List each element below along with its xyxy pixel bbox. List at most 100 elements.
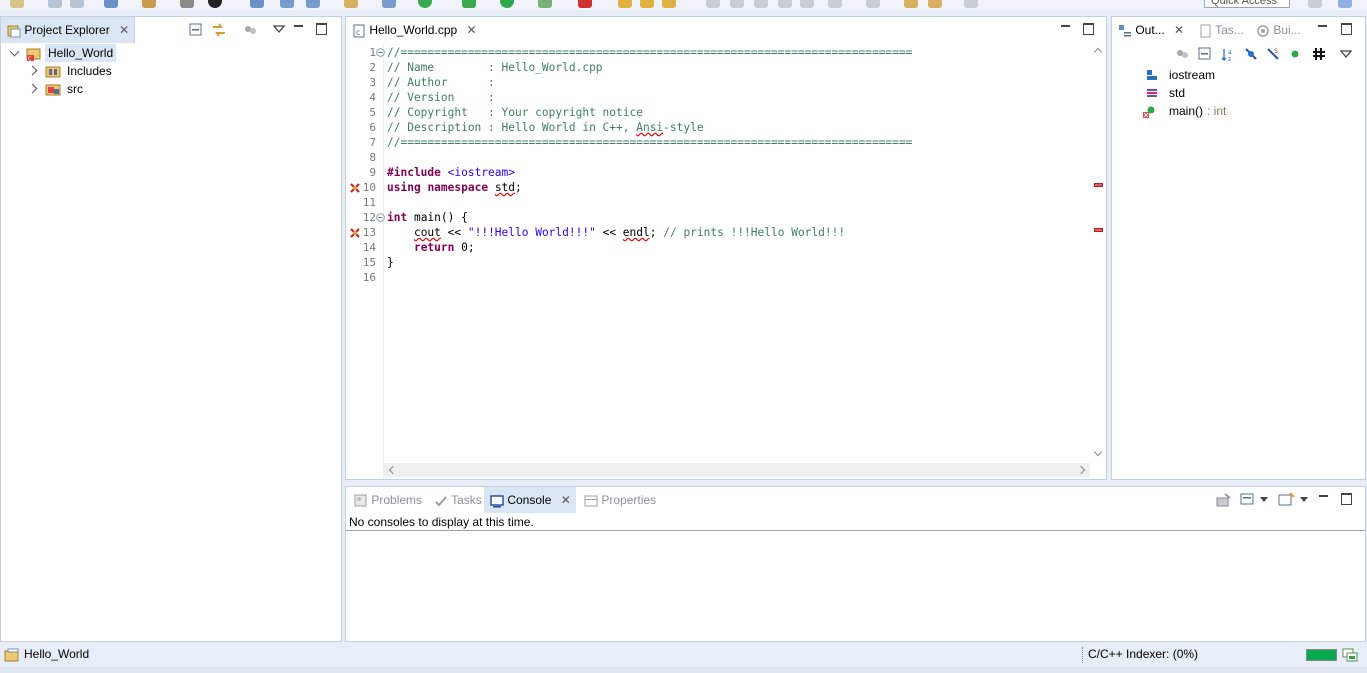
fold-collapse-icon[interactable] xyxy=(376,48,385,57)
fold-collapse-icon[interactable] xyxy=(376,213,385,222)
minimize-button[interactable] xyxy=(1318,492,1330,504)
tab-outline[interactable]: Out... ✕ xyxy=(1112,17,1192,43)
back-icon[interactable] xyxy=(904,0,918,8)
debug-run-icon[interactable] xyxy=(462,0,476,8)
maximize-button[interactable] xyxy=(1082,22,1094,35)
binary-icon[interactable] xyxy=(180,0,194,8)
tab-properties[interactable]: Properties xyxy=(578,487,658,513)
settings-icon[interactable] xyxy=(104,0,118,8)
tab-hello-world-cpp[interactable]: c Hello_World.cpp ✕ xyxy=(346,17,482,43)
code-keyword: return xyxy=(413,241,455,254)
build-icon[interactable] xyxy=(142,0,156,8)
tab-tasks[interactable]: Tasks xyxy=(428,487,484,513)
toggle-mark-icon[interactable] xyxy=(730,0,744,8)
error-marker-icon[interactable] xyxy=(349,182,361,194)
maximize-button[interactable] xyxy=(1340,492,1352,505)
whitespace-icon[interactable] xyxy=(778,0,792,8)
scroll-up-icon[interactable] xyxy=(1093,47,1103,57)
pin-console-icon[interactable] xyxy=(1216,493,1232,507)
scroll-right-icon[interactable] xyxy=(1076,465,1086,475)
chevron-right-icon[interactable] xyxy=(27,83,38,94)
minimize-button[interactable] xyxy=(1317,22,1329,34)
close-icon[interactable]: ✕ xyxy=(561,487,571,513)
scroll-left-icon[interactable] xyxy=(388,465,398,475)
minimize-button[interactable] xyxy=(1060,22,1072,34)
error-marker-icon[interactable] xyxy=(349,227,361,239)
tree-item-project[interactable]: C Hello_World xyxy=(1,44,341,62)
new-icon[interactable] xyxy=(10,0,24,8)
hide-fields-icon[interactable] xyxy=(1244,47,1258,61)
chevron-down-icon[interactable] xyxy=(1300,497,1308,503)
stop-icon[interactable] xyxy=(578,0,592,8)
tab-build-targets[interactable]: Bui... xyxy=(1250,17,1310,43)
view-menu-icon[interactable] xyxy=(273,24,285,34)
run-last-icon[interactable] xyxy=(500,0,514,8)
tree-item-label: Hello_World xyxy=(45,44,117,62)
save-icon[interactable] xyxy=(48,0,62,8)
tab-project-explorer[interactable]: Project Explorer ✕ xyxy=(1,17,135,43)
external-tools-icon[interactable] xyxy=(538,0,552,8)
outline-icon xyxy=(1119,24,1131,37)
console-icon xyxy=(490,495,504,508)
minimize-button[interactable] xyxy=(293,22,305,34)
line-number: 7 xyxy=(369,136,376,149)
outline-item-iostream[interactable]: iostream xyxy=(1112,66,1362,84)
annotation-icon[interactable] xyxy=(754,0,768,8)
outline-toolbar: az S xyxy=(1172,47,1362,63)
debug-icon[interactable] xyxy=(208,0,222,8)
maximize-button[interactable] xyxy=(1340,22,1352,35)
block-select-icon[interactable] xyxy=(800,0,814,8)
filter-icon[interactable] xyxy=(1175,47,1189,61)
horizontal-scrollbar[interactable] xyxy=(384,463,1090,477)
tree-item-src[interactable]: src xyxy=(1,80,341,98)
run-icon[interactable] xyxy=(418,0,432,8)
hide-macros-icon[interactable] xyxy=(1312,47,1326,61)
code-line: // Copyright : Your copyright notice xyxy=(387,106,643,119)
view-menu-icon[interactable] xyxy=(1340,49,1352,59)
tree-item-includes[interactable]: Includes xyxy=(1,62,341,80)
chevron-down-icon[interactable] xyxy=(9,46,20,57)
progress-view-icon[interactable] xyxy=(1342,648,1358,662)
maximize-button[interactable] xyxy=(315,22,327,35)
quick-access-input[interactable]: Quick Access xyxy=(1204,0,1290,8)
code-area[interactable]: //======================================… xyxy=(387,43,1076,461)
sort-icon[interactable]: az xyxy=(1220,47,1236,63)
vertical-scrollbar[interactable] xyxy=(1091,45,1105,461)
last-edit-icon[interactable] xyxy=(866,0,880,8)
outline-item-std[interactable]: std xyxy=(1112,84,1362,102)
display-console-icon[interactable] xyxy=(1240,493,1256,507)
open-resource-icon[interactable] xyxy=(662,0,676,8)
open-type-icon[interactable] xyxy=(306,0,320,8)
tab-task-list[interactable]: Tas... xyxy=(1194,17,1250,43)
chevron-right-icon[interactable] xyxy=(27,65,38,76)
open-console-icon[interactable] xyxy=(1278,492,1296,508)
forward-icon[interactable] xyxy=(928,0,942,8)
close-icon[interactable]: ✕ xyxy=(467,17,477,43)
hide-non-public-icon[interactable] xyxy=(1290,49,1300,59)
console-empty-message: No consoles to display at this time. xyxy=(349,515,534,529)
tab-console[interactable]: Console ✕ xyxy=(484,487,576,513)
open-perspective-icon[interactable] xyxy=(1308,0,1322,8)
tab-problems[interactable]: Problems xyxy=(348,487,428,513)
open-project-icon[interactable] xyxy=(640,0,654,8)
open-folder-icon[interactable] xyxy=(618,0,632,8)
history-icon[interactable] xyxy=(964,0,978,8)
link-with-editor-icon[interactable] xyxy=(211,22,227,38)
cpp-perspective-icon[interactable] xyxy=(1338,0,1352,8)
hide-static-icon[interactable]: S xyxy=(1266,47,1280,61)
scroll-down-icon[interactable] xyxy=(1093,447,1103,457)
edit-icon[interactable] xyxy=(706,0,720,8)
collapse-all-icon[interactable] xyxy=(189,23,203,37)
close-icon[interactable]: ✕ xyxy=(1174,17,1184,43)
outline-item-main[interactable]: main() : int xyxy=(1112,102,1362,120)
close-icon[interactable]: ✕ xyxy=(119,17,129,43)
collapse-all-icon[interactable] xyxy=(1198,47,1212,61)
file-icon[interactable] xyxy=(382,0,396,8)
filter-icon[interactable] xyxy=(243,23,257,37)
chevron-down-icon[interactable] xyxy=(1260,497,1268,503)
next-annotation-icon[interactable] xyxy=(828,0,842,8)
folder-icon[interactable] xyxy=(344,0,358,8)
save-all-icon[interactable] xyxy=(70,0,84,8)
profile-icon[interactable] xyxy=(250,0,264,8)
search-icon[interactable] xyxy=(280,0,294,8)
